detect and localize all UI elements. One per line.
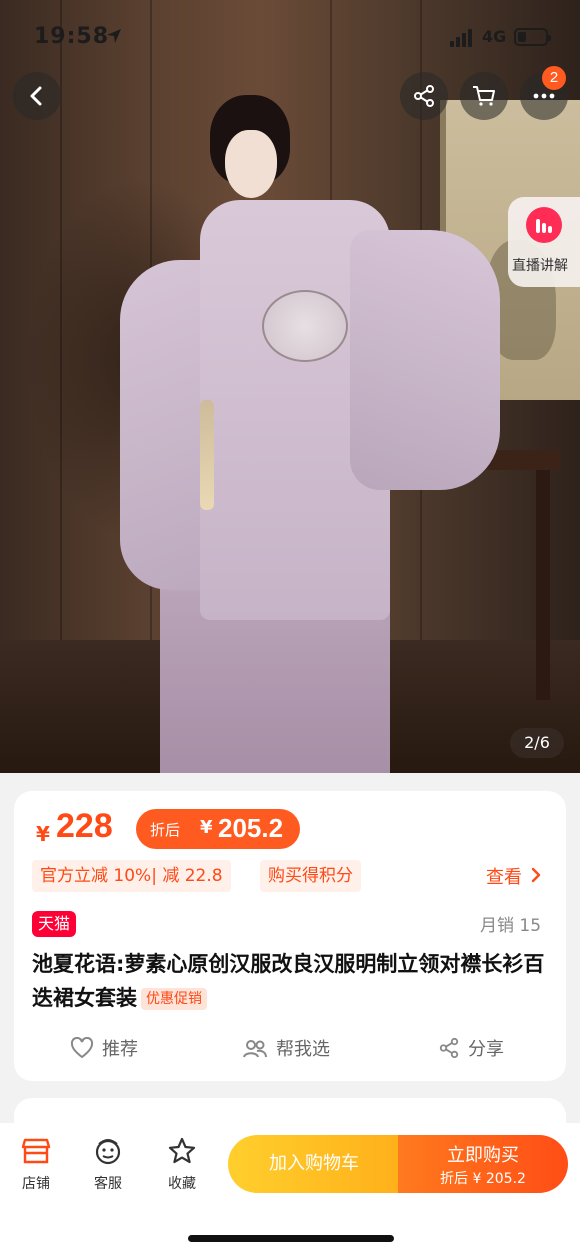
share-icon	[439, 1037, 459, 1059]
home-indicator[interactable]	[188, 1235, 394, 1242]
status-bar: 19:58 4G	[0, 0, 580, 70]
image-counter: 2/6	[510, 728, 564, 758]
price-currency: ¥	[36, 822, 50, 846]
price: 228	[56, 807, 113, 845]
people-icon	[243, 1040, 267, 1058]
share-action-button[interactable]: 分享	[438, 1035, 504, 1063]
buy-now-button[interactable]: 立即购买 折后 ¥ 205.2	[398, 1135, 568, 1193]
monthly-sales: 月销 15	[480, 916, 542, 936]
share-button[interactable]	[400, 72, 448, 120]
buy-now-label: 立即购买	[447, 1145, 519, 1166]
tmall-badge: 天猫	[32, 911, 77, 937]
status-time: 19:58	[34, 24, 110, 49]
customer-service-icon	[95, 1139, 121, 1165]
heart-icon	[70, 1036, 94, 1059]
cart-button[interactable]	[460, 72, 508, 120]
tab-service[interactable]: 客服	[78, 1137, 138, 1193]
tab-favorite[interactable]: 收藏	[152, 1137, 212, 1193]
tab-store-label: 店铺	[22, 1176, 50, 1192]
notification-badge: 2	[542, 66, 566, 90]
tab-store[interactable]: 店铺	[6, 1137, 66, 1193]
discount-label: 折后	[150, 821, 181, 839]
product-title-text: 池夏花语:萝素心原创汉服改良汉服明制立领对襟长衫百迭裙女套装	[32, 952, 545, 1010]
discount-currency: ¥	[200, 817, 213, 838]
view-offers-link[interactable]: 查看	[486, 863, 542, 889]
live-label: 直播讲解	[512, 258, 568, 274]
tab-service-label: 客服	[94, 1176, 122, 1192]
star-icon	[168, 1137, 196, 1164]
promo-tag[interactable]: 优惠促销	[141, 988, 207, 1010]
recommend-label: 推荐	[102, 1039, 138, 1060]
points-tag[interactable]: 购买得积分	[260, 860, 361, 892]
share-icon	[414, 85, 434, 107]
tab-favorite-label: 收藏	[168, 1176, 196, 1192]
signal-icon	[450, 29, 474, 47]
add-to-cart-button[interactable]: 加入购物车	[228, 1135, 400, 1193]
product-info-card: ¥ 228 折后 ¥ 205.2 官方立减 10%| 减 22.8 购买得积分 …	[14, 791, 566, 1081]
view-label: 查看	[486, 867, 522, 888]
bottom-action-bar: 店铺 客服 收藏 加入购物车 立即购买 折后 ¥ 205.2	[0, 1123, 580, 1255]
location-arrow-icon	[107, 29, 121, 43]
cart-icon	[473, 86, 495, 106]
buy-now-price: 折后 ¥ 205.2	[440, 1171, 526, 1187]
discount-price: 205.2	[218, 813, 284, 843]
live-icon	[526, 207, 562, 243]
chevron-right-icon	[531, 867, 541, 883]
share-label: 分享	[468, 1039, 504, 1060]
recommend-button[interactable]: 推荐	[70, 1035, 138, 1063]
discount-price-pill: 折后 ¥ 205.2	[136, 809, 300, 849]
store-icon	[21, 1138, 51, 1164]
coupon-tag[interactable]: 官方立减 10%| 减 22.8	[32, 860, 231, 892]
help-choose-button[interactable]: 帮我选	[242, 1035, 330, 1063]
product-title: 池夏花语:萝素心原创汉服改良汉服明制立领对襟长衫百迭裙女套装 优惠促销	[32, 947, 552, 1015]
live-explain-button[interactable]: 直播讲解	[508, 197, 580, 287]
network-type: 4G	[482, 27, 507, 46]
battery-icon	[514, 28, 551, 46]
back-button[interactable]	[13, 72, 61, 120]
chevron-left-icon	[30, 86, 42, 106]
help-choose-label: 帮我选	[276, 1039, 330, 1060]
